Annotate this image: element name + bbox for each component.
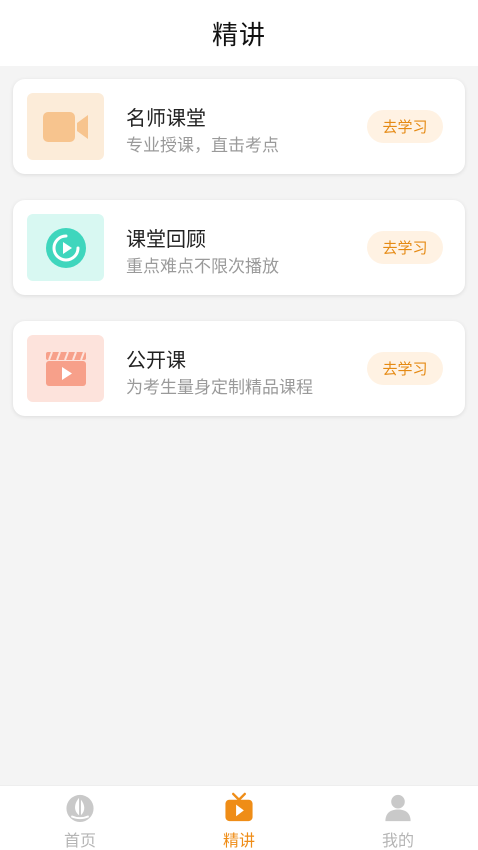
go-study-button[interactable]: 去学习 xyxy=(367,352,443,385)
tab-label: 首页 xyxy=(63,831,96,850)
course-title: 名师课堂 xyxy=(126,106,206,130)
tab-me[interactable]: 我的 xyxy=(348,786,448,850)
course-subtitle: 为考生量身定制精品课程 xyxy=(126,378,313,398)
go-study-button[interactable]: 去学习 xyxy=(367,110,443,143)
course-subtitle: 专业授课，直击考点 xyxy=(126,136,279,156)
sailboat-icon xyxy=(66,794,94,823)
go-study-button[interactable]: 去学习 xyxy=(367,231,443,264)
replay-thumb xyxy=(27,214,104,281)
course-subtitle: 重点难点不限次播放 xyxy=(126,257,279,277)
video-camera-thumb xyxy=(27,93,104,160)
user-icon xyxy=(385,794,411,822)
bottom-tab-bar: 首页 精讲 我的 xyxy=(0,785,478,850)
tab-label: 精讲 xyxy=(222,831,255,850)
page-header: 精讲 xyxy=(0,0,478,66)
video-camera-icon xyxy=(42,111,88,142)
replay-icon xyxy=(45,227,86,268)
page-title: 精讲 xyxy=(211,20,266,51)
course-title: 课堂回顾 xyxy=(126,227,206,251)
tab-label: 我的 xyxy=(381,831,414,850)
clapperboard-icon xyxy=(45,351,86,386)
course-card-open-class[interactable]: 公开课 为考生量身定制精品课程 去学习 xyxy=(13,321,465,416)
course-card-teacher-class[interactable]: 名师课堂 专业授课，直击考点 去学习 xyxy=(13,79,465,174)
clapperboard-thumb xyxy=(27,335,104,402)
tab-jingjiang[interactable]: 精讲 xyxy=(189,786,289,850)
tab-home[interactable]: 首页 xyxy=(30,786,130,850)
course-title: 公开课 xyxy=(126,348,186,372)
course-card-class-review[interactable]: 课堂回顾 重点难点不限次播放 去学习 xyxy=(13,200,465,295)
tv-play-icon xyxy=(225,792,253,822)
